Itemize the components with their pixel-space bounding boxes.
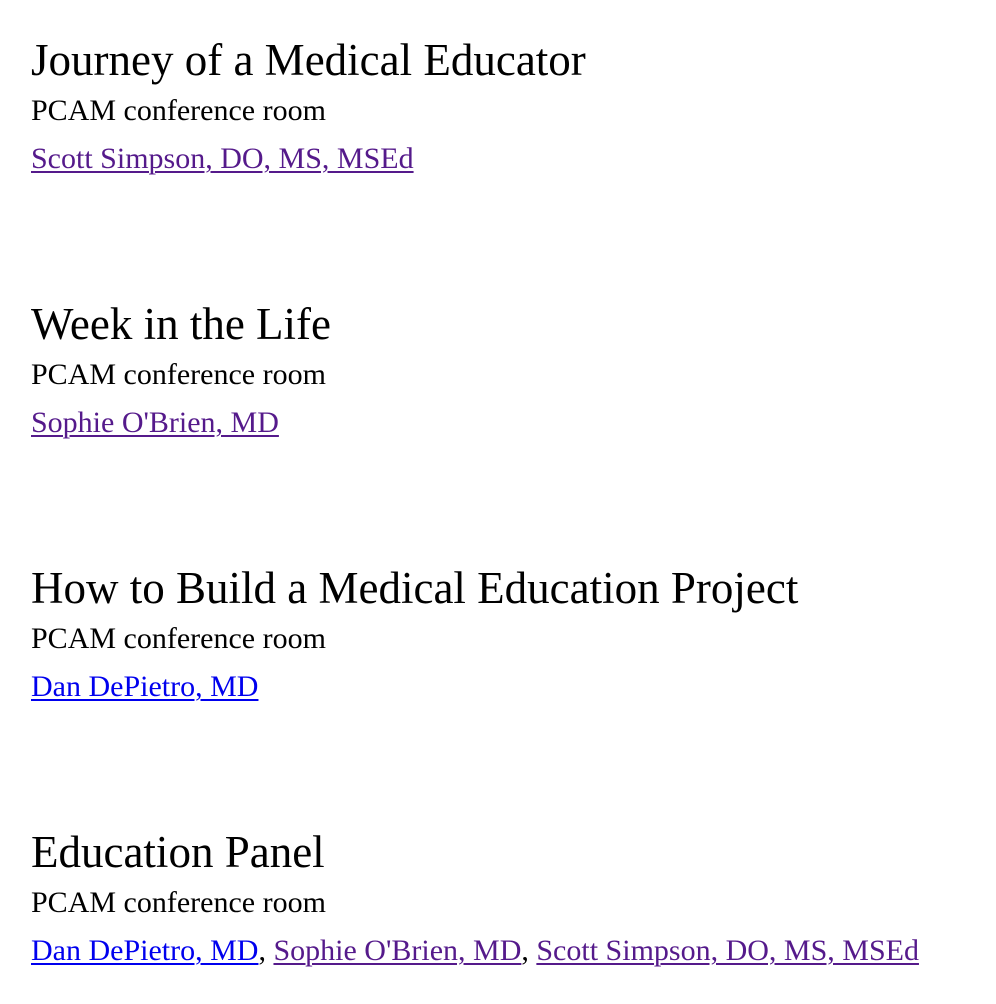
session-speakers: Dan DePietro, MD	[31, 670, 991, 704]
speaker-link-dan-depietro[interactable]: Dan DePietro, MD	[31, 934, 258, 967]
session-education-panel: Education Panel PCAM conference room Dan…	[31, 826, 991, 968]
speaker-link-scott-simpson[interactable]: Scott Simpson, DO, MS, MSEd	[31, 142, 414, 175]
session-location: PCAM conference room	[31, 94, 326, 127]
session-speakers: Sophie O'Brien, MD	[31, 406, 991, 440]
session-how-to-build-a-medical-education-project: How to Build a Medical Education Project…	[31, 562, 991, 704]
speaker-link-dan-depietro[interactable]: Dan DePietro, MD	[31, 670, 258, 703]
session-title: Week in the Life	[31, 299, 331, 349]
speaker-link-sophie-obrien[interactable]: Sophie O'Brien, MD	[31, 406, 279, 439]
session-journey-of-a-medical-educator: Journey of a Medical Educator PCAM confe…	[31, 34, 991, 176]
page: Journey of a Medical Educator PCAM confe…	[0, 0, 996, 1004]
session-location: PCAM conference room	[31, 886, 326, 919]
speaker-separator: ,	[521, 934, 537, 967]
speaker-separator: ,	[258, 934, 274, 967]
session-title: Education Panel	[31, 827, 325, 877]
speaker-link-scott-simpson[interactable]: Scott Simpson, DO, MS, MSEd	[536, 934, 919, 967]
session-title: How to Build a Medical Education Project	[31, 563, 799, 613]
speaker-link-sophie-obrien[interactable]: Sophie O'Brien, MD	[273, 934, 521, 967]
session-location: PCAM conference room	[31, 622, 326, 655]
session-week-in-the-life: Week in the Life PCAM conference room So…	[31, 298, 991, 440]
session-location: PCAM conference room	[31, 358, 326, 391]
session-speakers: Scott Simpson, DO, MS, MSEd	[31, 142, 991, 176]
session-speakers: Dan DePietro, MD, Sophie O'Brien, MD, Sc…	[31, 934, 991, 968]
session-title: Journey of a Medical Educator	[31, 35, 586, 85]
